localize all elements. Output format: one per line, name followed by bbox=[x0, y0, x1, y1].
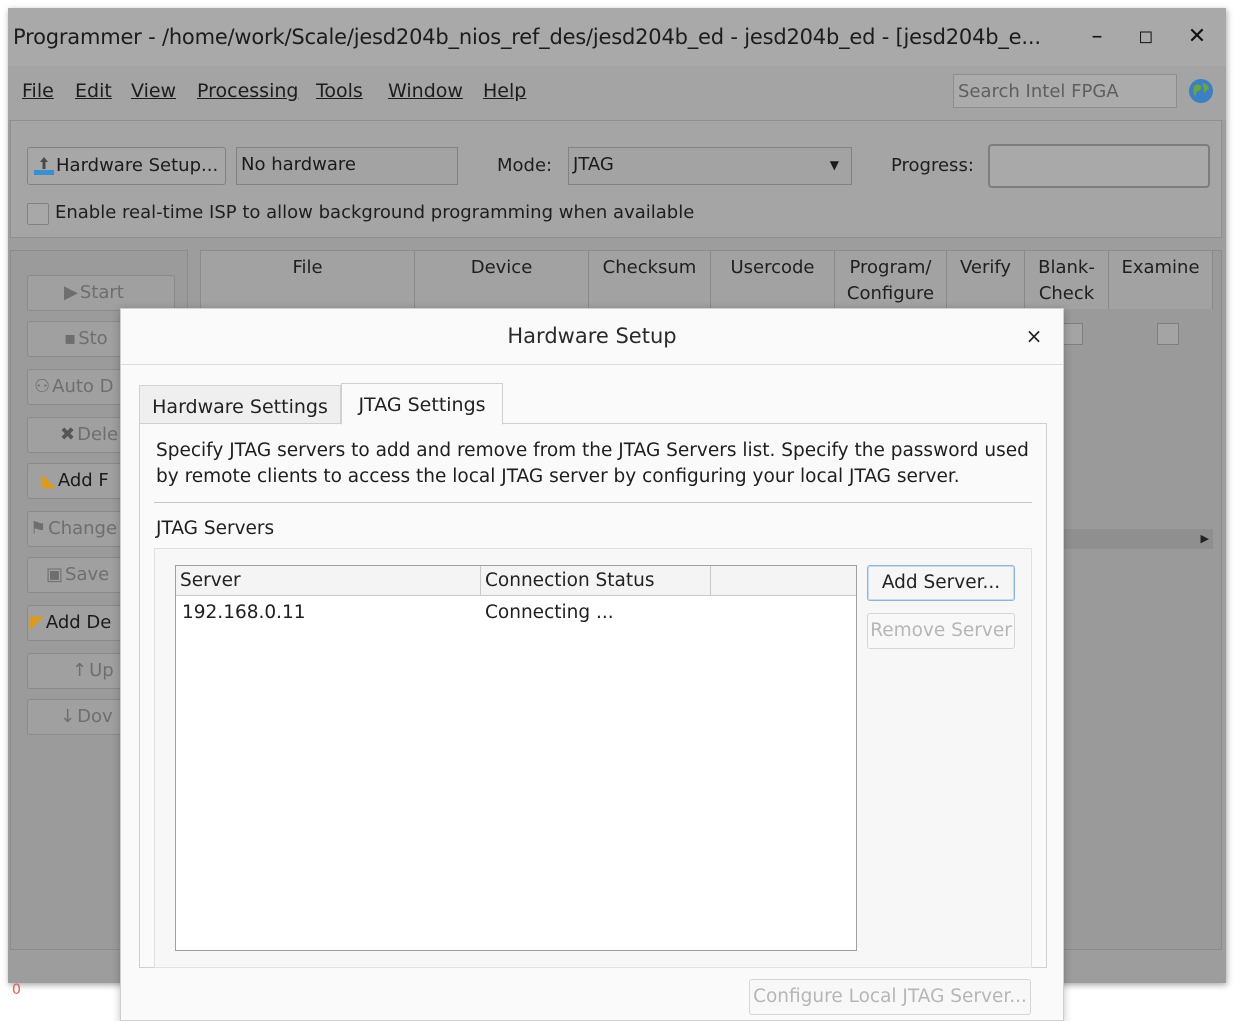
menu-help[interactable]: Help bbox=[483, 80, 526, 102]
add-file-icon: ◣ bbox=[42, 470, 56, 491]
connection-status: Connecting ... bbox=[485, 602, 614, 623]
hardware-icon bbox=[34, 157, 54, 175]
arrow-down-icon: ↓ bbox=[60, 706, 76, 727]
col-examine[interactable]: Examine bbox=[1109, 251, 1213, 309]
dialog-title: Hardware Setup bbox=[121, 309, 1063, 365]
window-title: Programmer - /home/work/Scale/jesd204b_n… bbox=[13, 25, 1041, 49]
menu-window[interactable]: Window bbox=[388, 80, 463, 102]
col-verify[interactable]: Verify bbox=[947, 251, 1025, 309]
hardware-field: No hardware bbox=[236, 147, 458, 185]
save-icon: ▣ bbox=[46, 564, 64, 585]
hardware-setup-dialog: Hardware Setup × Hardware Settings Speci… bbox=[120, 308, 1064, 1021]
binoculars-icon: ⚇ bbox=[34, 376, 51, 397]
menu-edit[interactable]: Edit bbox=[75, 80, 112, 102]
stop-icon: ▪ bbox=[64, 328, 77, 349]
jtag-description: Specify JTAG servers to add and remove f… bbox=[156, 440, 1029, 487]
jtag-settings-pane: Specify JTAG servers to add and remove f… bbox=[139, 423, 1047, 968]
arrow-up-icon: ↑ bbox=[72, 660, 88, 681]
mode-label: Mode: bbox=[497, 155, 553, 176]
toolbar: Hardware Setup... No hardware Mode: JTAG… bbox=[10, 120, 1222, 238]
configure-local-jtag-server-button[interactable]: Configure Local JTAG Server... bbox=[749, 979, 1031, 1015]
add-server-button[interactable]: Add Server... bbox=[867, 565, 1015, 601]
globe-icon[interactable] bbox=[1188, 78, 1214, 104]
server-table[interactable]: Server Connection Status 192.168.0.11 Co… bbox=[175, 565, 857, 951]
col-device[interactable]: Device bbox=[415, 251, 589, 309]
menu-tools[interactable]: Tools bbox=[316, 80, 363, 102]
change-file-icon: ⚑ bbox=[30, 518, 47, 539]
status-indicator: 0 bbox=[12, 982, 21, 998]
header-connection-status[interactable]: Connection Status bbox=[481, 566, 711, 596]
close-window-button[interactable]: ✕ bbox=[1180, 20, 1214, 54]
hardware-setup-label: Hardware Setup... bbox=[56, 155, 219, 176]
search-input[interactable]: Search Intel FPGA bbox=[953, 74, 1177, 108]
blank-check-checkbox[interactable] bbox=[1061, 323, 1083, 345]
menu-processing[interactable]: Processing bbox=[197, 80, 298, 102]
play-icon: ▶ bbox=[64, 282, 78, 303]
menu-view[interactable]: View bbox=[131, 80, 176, 102]
start-button[interactable]: ▶ Start bbox=[27, 275, 175, 311]
dialog-close-button[interactable]: × bbox=[1019, 321, 1049, 351]
jtag-servers-group: Server Connection Status 192.168.0.11 Co… bbox=[154, 548, 1032, 968]
add-device-icon: ◤ bbox=[30, 612, 44, 633]
tab-jtag-settings[interactable]: JTAG Settings bbox=[341, 383, 503, 425]
chevron-down-icon: ▼ bbox=[829, 158, 839, 172]
col-checksum[interactable]: Checksum bbox=[589, 251, 711, 309]
progress-label: Progress: bbox=[891, 155, 974, 176]
divider bbox=[154, 502, 1032, 503]
header-spacer bbox=[711, 566, 856, 596]
mode-select[interactable]: JTAG ▼ bbox=[568, 147, 852, 185]
horizontal-scrollbar[interactable]: ▶ bbox=[1061, 529, 1213, 549]
chevron-right-icon[interactable]: ▶ bbox=[1201, 529, 1209, 549]
mode-value: JTAG bbox=[573, 154, 614, 175]
col-program-configure[interactable]: Program/ Configure bbox=[835, 251, 947, 309]
server-address: 192.168.0.11 bbox=[182, 602, 306, 623]
remove-server-button[interactable]: Remove Server bbox=[867, 613, 1015, 649]
menu-file[interactable]: File bbox=[22, 80, 54, 102]
maximize-button[interactable]: ◻ bbox=[1129, 20, 1163, 54]
hardware-setup-button[interactable]: Hardware Setup... bbox=[27, 147, 226, 185]
progress-bar bbox=[988, 144, 1210, 188]
examine-checkbox[interactable] bbox=[1157, 323, 1179, 345]
col-file[interactable]: File bbox=[201, 251, 415, 309]
tab-hardware-settings[interactable]: Hardware Settings bbox=[139, 385, 341, 425]
isp-label: Enable real-time ISP to allow background… bbox=[55, 202, 695, 223]
minimize-button[interactable]: – bbox=[1080, 20, 1114, 54]
isp-checkbox[interactable] bbox=[27, 203, 49, 225]
col-blank-check[interactable]: Blank- Check bbox=[1025, 251, 1109, 309]
delete-icon: ✖ bbox=[60, 424, 76, 445]
jtag-servers-title: JTAG Servers bbox=[156, 518, 275, 539]
col-usercode[interactable]: Usercode bbox=[711, 251, 835, 309]
title-bar: Programmer - /home/work/Scale/jesd204b_n… bbox=[8, 8, 1226, 66]
header-server[interactable]: Server bbox=[176, 566, 481, 596]
